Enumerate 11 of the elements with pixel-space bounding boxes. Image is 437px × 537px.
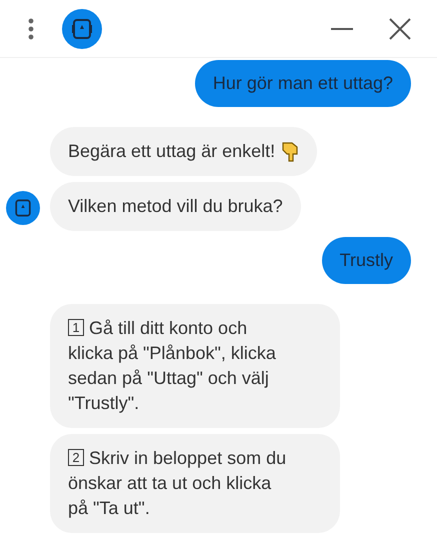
bot-message: 2 Skriv in beloppet som du önskar att ta ut och klicka på "Ta ut".	[50, 434, 340, 533]
bot-message: Begära ett uttag är enkelt!	[68, 140, 276, 163]
minimize-icon[interactable]	[331, 26, 353, 30]
close-icon[interactable]	[389, 18, 411, 40]
more-options-icon[interactable]	[28, 18, 34, 40]
user-message: Trustly	[322, 237, 411, 284]
user-message: Hur gör man ett uttag?	[194, 60, 411, 107]
pointing-hand-icon	[281, 140, 300, 162]
bot-message: Vilken metod vill du bruka?	[68, 195, 283, 218]
bot-message: 1 Gå till ditt konto och klicka på "Plånbok", klicka sedan på "Uttag" och välj "Trustly".	[50, 304, 340, 428]
robot-avatar-icon	[62, 8, 102, 48]
